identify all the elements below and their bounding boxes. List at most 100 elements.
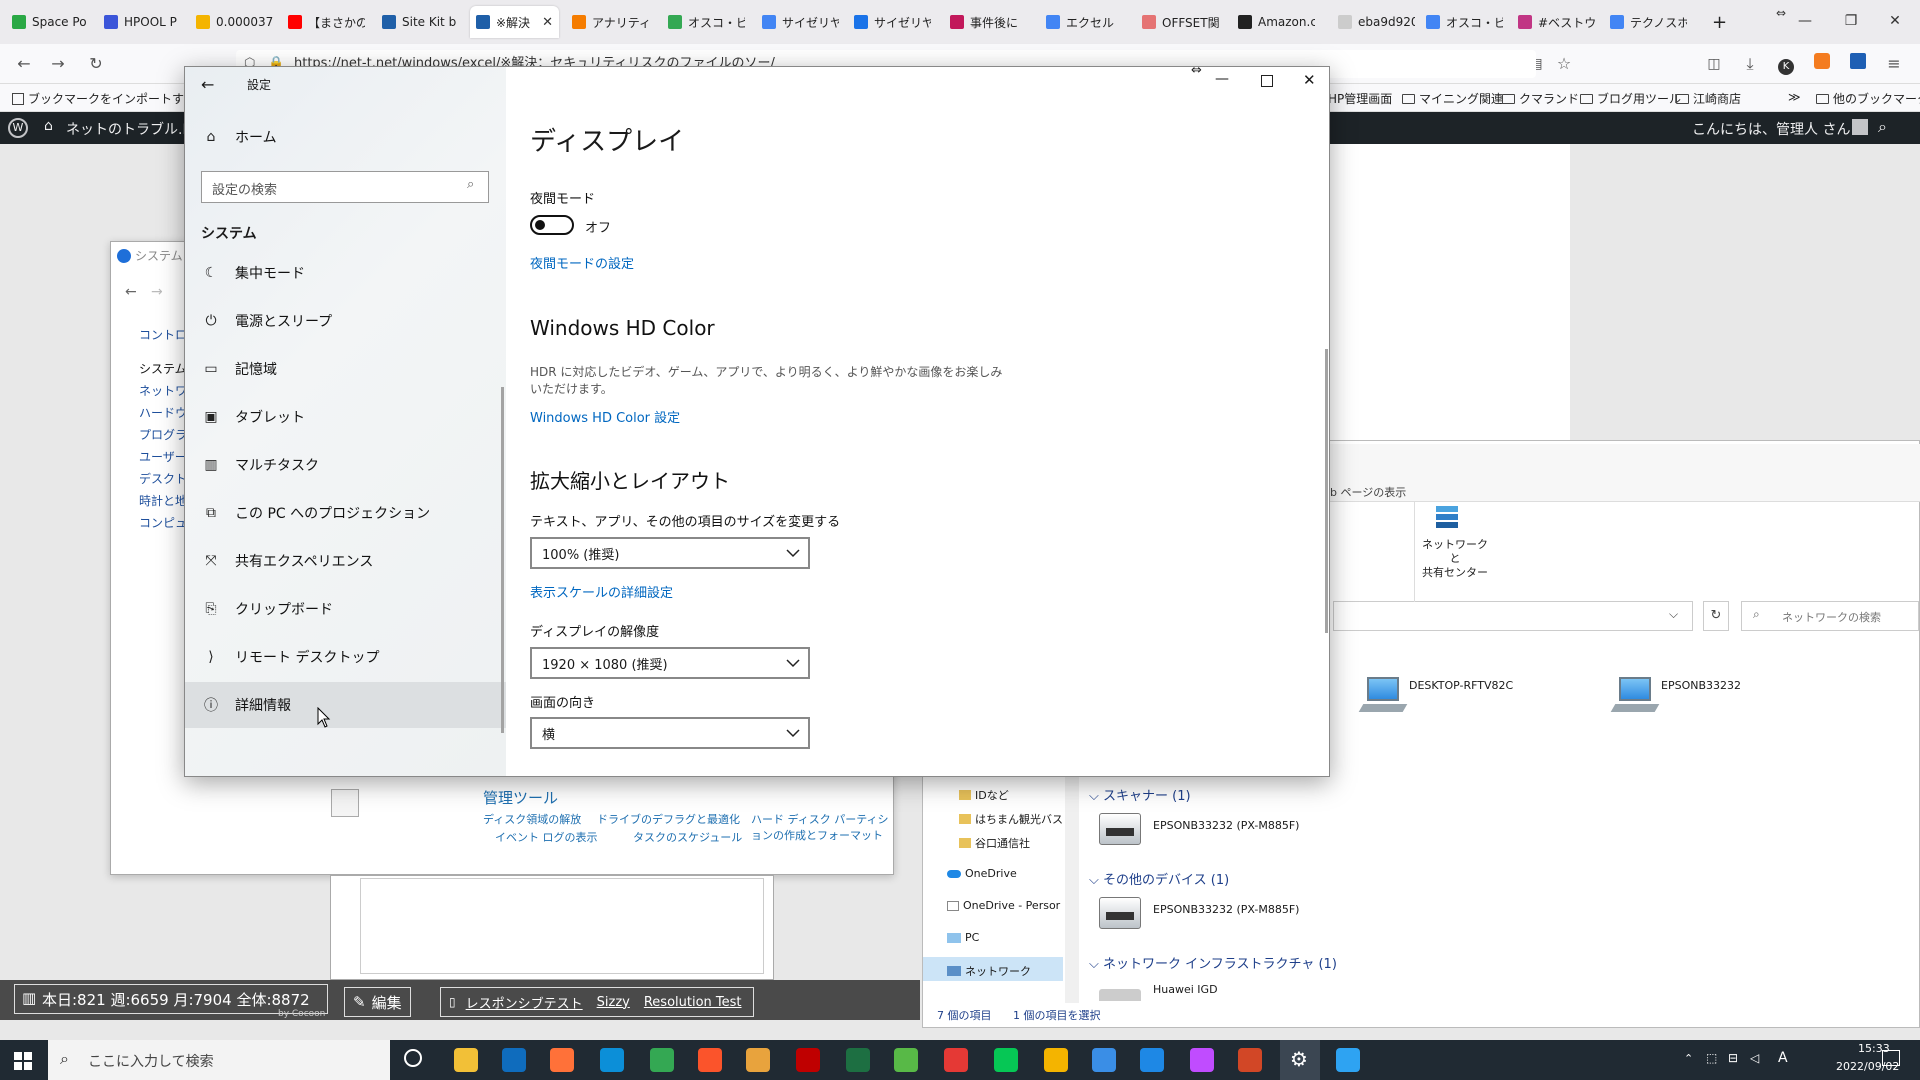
sidebar-item-remote[interactable]: ⟩ リモート デスクトップ — [185, 634, 506, 680]
tray-device-icon[interactable]: ⬚ — [1706, 1051, 1717, 1065]
taskbar-app-icon[interactable] — [502, 1048, 526, 1072]
content-scrollbar[interactable] — [1325, 349, 1328, 633]
browser-tab[interactable]: サイゼリヤ — [756, 6, 845, 38]
forward-icon[interactable]: → — [151, 284, 163, 300]
sidebar-item-moon[interactable]: ☾ 集中モード — [185, 250, 506, 296]
bookmark-blog-tools[interactable]: ブログ用ツール — [1580, 90, 1681, 107]
forward-icon[interactable]: → — [46, 52, 70, 76]
tray-volume-icon[interactable]: ◁ — [1750, 1051, 1759, 1065]
restore-icon[interactable]: ❐ — [1836, 8, 1866, 34]
bookmark-kumaland[interactable]: クマランド — [1502, 90, 1579, 107]
other-device-item[interactable]: EPSONB33232 (PX-M885F) — [1153, 903, 1299, 916]
ribbon-view-webpage[interactable]: b ページの表示 — [1330, 484, 1406, 500]
minimize-icon[interactable]: — — [1215, 71, 1229, 87]
tray-network-icon[interactable]: ⊟ — [1728, 1051, 1738, 1065]
advanced-scale-link[interactable]: 表示スケールの詳細設定 — [530, 582, 673, 601]
taskbar-search-box[interactable]: ⌕ ここに入力して検索 — [48, 1040, 390, 1080]
taskbar-app-icon[interactable] — [1044, 1048, 1068, 1072]
avatar[interactable] — [1852, 119, 1868, 135]
browser-tab[interactable]: #ベストウ — [1512, 6, 1601, 38]
sidebar-item-clipboard[interactable]: ⎘ クリップボード — [185, 586, 506, 632]
admin-link-defrag[interactable]: ドライブのデフラグと最適化 — [597, 811, 740, 827]
taskbar-app-icon[interactable] — [698, 1048, 722, 1072]
taskbar-app-icon[interactable] — [1190, 1048, 1214, 1072]
browser-tab[interactable]: Space Po — [6, 6, 95, 38]
bookmark-hp-admin[interactable]: HP管理画面 — [1328, 90, 1392, 107]
close-icon[interactable]: ✕ — [1880, 8, 1910, 34]
taskbar-app-icon[interactable] — [894, 1048, 918, 1072]
settings-search-input[interactable]: 設定の検索 — [201, 171, 489, 203]
ime-indicator[interactable]: A — [1778, 1050, 1788, 1066]
sidebar-item-share[interactable]: ⤧ 共有エクスペリエンス — [185, 538, 506, 584]
scanner-item[interactable]: EPSONB33232 (PX-M885F) — [1153, 819, 1299, 832]
chevron-down-icon[interactable]: ⌵ — [1669, 607, 1678, 622]
bookmark-ezaki[interactable]: 江崎商店 — [1676, 90, 1741, 107]
sidebar-item-projection[interactable]: ⧉ この PC へのプロジェクション — [185, 490, 506, 536]
browser-tab[interactable]: ※解決 ✕ — [470, 6, 559, 38]
address-input[interactable] — [1333, 601, 1693, 631]
admin-tools-title[interactable]: 管理ツール — [483, 787, 558, 808]
site-home-icon[interactable]: ⌂ — [44, 118, 53, 134]
browser-tab[interactable]: Amazon.c — [1232, 6, 1321, 38]
maximize-icon[interactable] — [1261, 75, 1273, 87]
taskbar-app-icon[interactable] — [1092, 1048, 1116, 1072]
taskbar-app-icon[interactable] — [796, 1048, 820, 1072]
taskbar-app-icon[interactable] — [550, 1048, 574, 1072]
taskbar-app-icon[interactable] — [944, 1048, 968, 1072]
sidebar-scrollbar[interactable] — [501, 387, 504, 733]
download-icon[interactable]: ⤓ — [1738, 52, 1762, 76]
browser-tab[interactable]: 事件後に — [944, 6, 1033, 38]
nav-folder-taniguchi[interactable]: 谷口通信社 — [959, 835, 1030, 851]
bookmark-other[interactable]: 他のブックマーク — [1816, 90, 1920, 107]
browser-tab[interactable]: アナリティ — [566, 6, 655, 38]
nav-folder-id[interactable]: IDなど — [959, 787, 1009, 803]
sidebar-scrollbar[interactable] — [1065, 777, 1079, 1003]
tray-chevron-up-icon[interactable]: ⌃ — [1684, 1052, 1693, 1065]
night-mode-toggle[interactable] — [530, 215, 574, 235]
group-other-devices[interactable]: ⌵ その他のデバイス (1) — [1089, 869, 1229, 888]
wordpress-icon[interactable]: W — [8, 118, 28, 138]
admin-link-task-scheduler[interactable]: タスクのスケジュール — [633, 829, 742, 845]
browser-tab[interactable]: オスコ・ビア — [662, 6, 751, 38]
nav-network[interactable]: ネットワーク — [947, 963, 1031, 979]
browser-tab[interactable]: HPOOL P — [98, 6, 187, 38]
night-mode-settings-link[interactable]: 夜間モードの設定 — [530, 253, 634, 272]
windows-start-icon[interactable] — [14, 1052, 32, 1070]
nav-onedrive[interactable]: OneDrive — [947, 867, 1017, 880]
sidebar-item-home[interactable]: ⌂ ホーム — [185, 114, 506, 160]
browser-tab[interactable]: eba9d920.jpg — [1332, 6, 1421, 38]
task-view-icon[interactable] — [404, 1049, 422, 1067]
admin-link-disk-cleanup[interactable]: ディスク領域の解放 — [483, 811, 581, 827]
device-desktop[interactable]: DESKTOP-RFTV82C — [1409, 679, 1513, 692]
sidebar-item-info[interactable]: ⓘ 詳細情報 — [185, 682, 506, 728]
admin-link-partition[interactable]: ハード ディスク パーティションの作成とフォーマット — [751, 811, 895, 843]
browser-tab[interactable]: サイゼリヤ — [848, 6, 937, 38]
responsive-test-link[interactable]: レスポンシブテスト — [466, 993, 583, 1012]
taskbar-app-icon[interactable] — [650, 1048, 674, 1072]
browser-tab[interactable]: エクセル — [1040, 6, 1129, 38]
search-icon[interactable]: ⌕ — [1878, 117, 1887, 137]
sidebar-item-tablet[interactable]: ▣ タブレット — [185, 394, 506, 440]
bookmark-import[interactable]: ブックマークをインポートする... — [12, 90, 207, 107]
back-icon[interactable]: ← — [125, 284, 137, 300]
browser-tab[interactable]: 0.000037 — [190, 6, 279, 38]
browser-tab[interactable]: テクノスホ — [1604, 6, 1693, 38]
minimize-icon[interactable]: — — [1790, 8, 1820, 34]
new-tab-button[interactable]: + — [1706, 6, 1736, 38]
browser-tab[interactable]: Site Kit b — [376, 6, 465, 38]
sidebar-item-power[interactable]: ⏻ 電源とスリープ — [185, 298, 506, 344]
taskbar-app-icon[interactable] — [600, 1048, 624, 1072]
sidebar-item-multitask[interactable]: ▥ マルチタスク — [185, 442, 506, 488]
nav-onedrive-personal[interactable]: OneDrive - Persor — [947, 899, 1060, 912]
scale-dropdown[interactable]: 100% (推奨) — [530, 537, 810, 569]
hd-color-settings-link[interactable]: Windows HD Color 設定 — [530, 407, 680, 426]
taskbar-app-icon[interactable] — [1140, 1048, 1164, 1072]
back-arrow-icon[interactable]: ← — [201, 75, 214, 94]
account-icon[interactable]: K — [1774, 52, 1798, 76]
device-epson[interactable]: EPSONB33232 — [1661, 679, 1741, 692]
sizzy-link[interactable]: Sizzy — [597, 995, 630, 1010]
gear-icon[interactable]: ⚙ — [1290, 1047, 1308, 1071]
control-panel-sidebar-item[interactable]: 時計と地 — [139, 492, 187, 509]
extension-icon[interactable] — [1810, 52, 1834, 76]
menu-icon[interactable]: ≡ — [1882, 52, 1906, 76]
